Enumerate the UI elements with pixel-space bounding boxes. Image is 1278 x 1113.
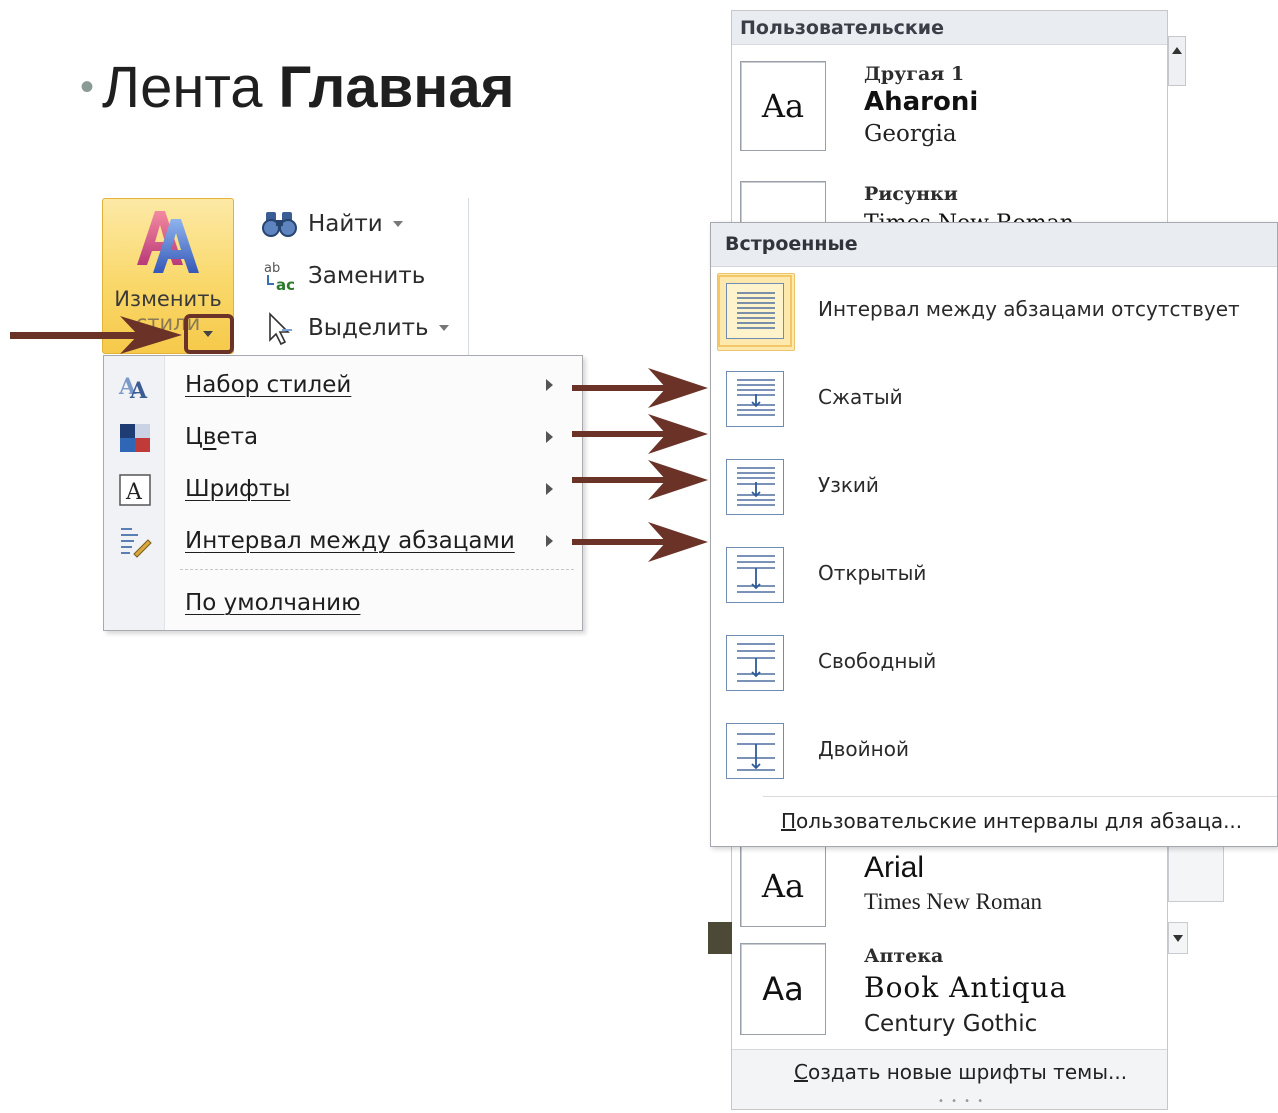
annotation-arrows bbox=[10, 316, 708, 562]
arrow-to-dropdown-icon bbox=[10, 316, 182, 354]
arrow-paragraph-spacing-icon bbox=[572, 522, 708, 562]
arrow-fonts-icon bbox=[572, 460, 708, 500]
arrow-colors-icon bbox=[572, 414, 708, 454]
arrow-style-set-icon bbox=[572, 368, 708, 408]
